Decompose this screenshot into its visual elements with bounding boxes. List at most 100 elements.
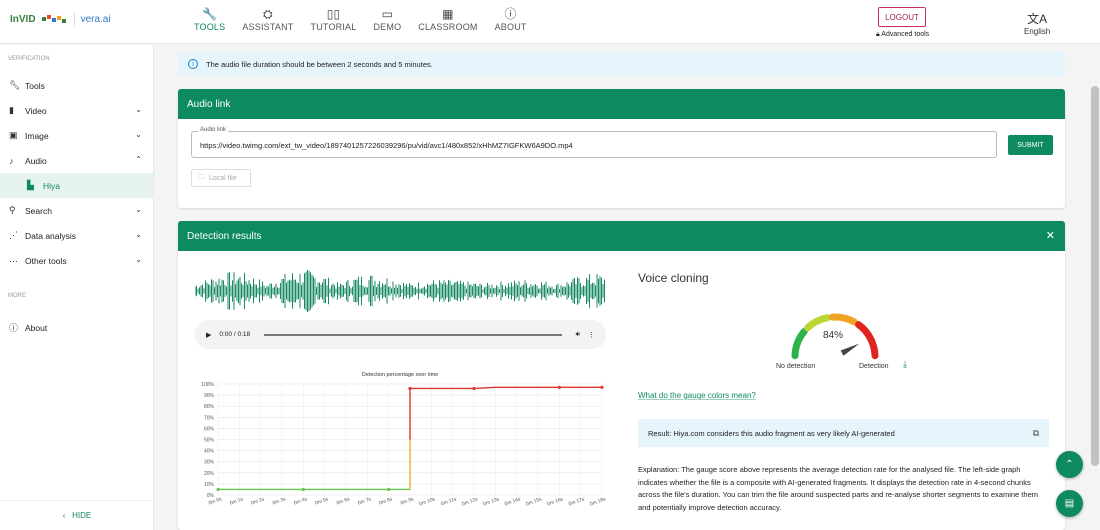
volume-icon[interactable]: 🔊︎ xyxy=(576,331,580,339)
advanced-tools-label: Advanced tools xyxy=(881,31,930,38)
nav-assistant[interactable]: ⛭ ASSISTANT xyxy=(242,6,293,32)
logo[interactable]: InVID vera.ai xyxy=(10,12,111,26)
sidebar-item-video[interactable]: ▮ Video ⌄ xyxy=(0,98,153,123)
audio-player[interactable]: ▶ 0:00 / 0:18 🔊︎ ⋮ xyxy=(195,320,606,349)
sidebar-item-search[interactable]: ⚲ Search ⌄ xyxy=(0,198,153,223)
detection-chart: Detection percentage over time 0%10%20%3… xyxy=(201,372,607,507)
logout-button[interactable]: LOGOUT xyxy=(878,7,926,27)
chevron-up-icon: ⌃ xyxy=(135,155,142,164)
y-tick-label: 10% xyxy=(204,482,215,488)
sidebar-item-about[interactable]: ⓘ About xyxy=(0,315,153,340)
weverify-logo-icon xyxy=(41,15,66,23)
nav-tutorial-label: TUTORIAL xyxy=(310,22,357,32)
audio-link-field[interactable]: Audio link https://video.twimg.com/ext_t… xyxy=(191,127,997,158)
gauge-needle xyxy=(840,343,860,356)
more-options-icon[interactable]: ⋮ xyxy=(588,331,595,339)
close-icon[interactable]: ✕ xyxy=(1046,229,1055,242)
chat-button[interactable]: ▤ xyxy=(1056,490,1083,517)
local-file-button[interactable]: 🗀︎ Local file xyxy=(191,169,251,187)
sidebar-item-label: Search xyxy=(25,205,52,216)
folder-icon: 🗀︎ xyxy=(198,173,205,181)
chat-icon: ▤ xyxy=(1064,498,1075,509)
language-selector[interactable]: 文A English xyxy=(1024,10,1050,36)
nav-tools[interactable]: 🔧 TOOLS xyxy=(194,6,225,32)
y-tick-label: 20% xyxy=(204,471,215,477)
dots-icon: ··· xyxy=(9,255,18,266)
y-tick-label: 90% xyxy=(204,393,215,399)
scroll-top-button[interactable]: ⌃ xyxy=(1056,451,1083,478)
wrench-icon: 🔧︎ xyxy=(9,80,21,90)
x-tick-label: 0m 17s xyxy=(568,496,586,507)
nav-assistant-label: ASSISTANT xyxy=(242,22,294,32)
audio-waveform xyxy=(195,270,605,312)
sidebar-item-label: Image xyxy=(25,130,49,141)
chevron-down-icon: ⌄ xyxy=(135,105,142,114)
x-tick-label: 0m 2s xyxy=(250,496,265,506)
nav-classroom[interactable]: ▦ CLASSROOM xyxy=(418,6,477,32)
search-icon: ⚲ xyxy=(9,205,16,215)
hide-sidebar-button[interactable]: ‹ HIDE xyxy=(0,500,154,520)
data-point xyxy=(557,385,561,389)
x-tick-label: 0m 18s xyxy=(589,496,607,507)
gauge-detection-label: Detection xyxy=(859,363,889,370)
x-tick-label: 0m 9s xyxy=(400,496,415,506)
audio-link-input[interactable]: https://video.twimg.com/ext_tw_video/189… xyxy=(200,141,573,150)
sidebar-section-verification: VERIFICATION xyxy=(8,56,50,62)
scrollbar[interactable] xyxy=(1090,44,1100,530)
x-tick-label: 0m 4s xyxy=(293,496,308,506)
hide-label: HIDE xyxy=(72,511,92,520)
y-tick-label: 40% xyxy=(204,449,215,455)
sidebar-section-more: MORE xyxy=(8,293,26,299)
nav-tutorial[interactable]: ▯▯ TUTORIAL xyxy=(311,6,357,32)
gauge-segment-green xyxy=(791,328,808,360)
x-tick-label: 0m 6s xyxy=(336,496,351,506)
detection-results-header: Detection results ✕ xyxy=(178,221,1065,251)
detection-results-title: Detection results xyxy=(187,230,262,242)
data-point xyxy=(472,386,476,391)
sidebar: VERIFICATION 🔧︎ Tools ▮ Video ⌄ ▣ Image … xyxy=(0,45,154,530)
sidebar-item-label: Other tools xyxy=(25,255,67,266)
chart-title: Detection percentage over time xyxy=(362,372,438,378)
nav-demo[interactable]: ▭ DEMO xyxy=(373,6,401,32)
submit-button[interactable]: SUBMIT xyxy=(1008,135,1053,155)
y-tick-label: 30% xyxy=(204,460,215,466)
sidebar-item-image[interactable]: ▣ Image ⌄ xyxy=(0,123,153,148)
wrench-icon: 🔧 xyxy=(202,7,218,21)
book-icon: ▯▯ xyxy=(326,7,341,21)
y-tick-label: 70% xyxy=(204,415,215,421)
download-icon[interactable]: ⤓ xyxy=(903,359,907,370)
copy-icon[interactable]: ⧉ xyxy=(1033,428,1039,439)
x-tick-label: 0m 13s xyxy=(483,496,501,507)
sidebar-item-label: Hiya xyxy=(43,180,61,191)
scrollbar-thumb[interactable] xyxy=(1091,86,1099,466)
chevron-down-icon: ⌄ xyxy=(135,130,142,139)
data-point xyxy=(408,386,412,391)
audio-link-card: Audio link Audio link https://video.twim… xyxy=(178,89,1065,208)
voice-cloning-title: Voice cloning xyxy=(638,271,709,285)
sidebar-item-audio[interactable]: ♪ Audio ⌃ xyxy=(0,148,153,173)
hiya-icon: ▙ xyxy=(27,180,34,190)
sidebar-item-other-tools[interactable]: ··· Other tools ⌄ xyxy=(0,248,153,273)
sidebar-item-data-analysis[interactable]: ⋰ Data analysis ⌄ xyxy=(0,223,153,248)
gauge-no-detection-label: No detection xyxy=(776,363,816,370)
y-tick-label: 100% xyxy=(201,382,214,388)
language-label: English xyxy=(1024,27,1051,36)
info-icon: ⓘ xyxy=(9,323,19,333)
gauge-value: 84% xyxy=(823,330,844,341)
play-icon[interactable]: ▶ xyxy=(206,331,211,339)
chevron-left-icon: ‹ xyxy=(62,511,66,520)
classroom-icon: ▦ xyxy=(442,7,454,21)
gauge-colors-link[interactable]: What do the gauge colors mean? xyxy=(638,391,756,400)
sidebar-item-tools[interactable]: 🔧︎ Tools xyxy=(0,73,153,98)
data-point xyxy=(301,487,305,492)
x-tick-label: 0m 11s xyxy=(440,496,458,507)
sidebar-item-hiya[interactable]: ▙ Hiya xyxy=(0,173,153,198)
logo-separator xyxy=(73,12,75,26)
advanced-tools-link[interactable]: 🔒︎ Advanced tools xyxy=(876,31,929,39)
translate-icon: 文A xyxy=(1027,12,1048,26)
y-tick-label: 50% xyxy=(204,438,215,444)
player-progress-track[interactable] xyxy=(264,333,562,336)
nav-about[interactable]: ⓘ ABOUT xyxy=(495,6,527,32)
invid-logo: InVID xyxy=(10,13,36,25)
data-point xyxy=(387,487,391,492)
